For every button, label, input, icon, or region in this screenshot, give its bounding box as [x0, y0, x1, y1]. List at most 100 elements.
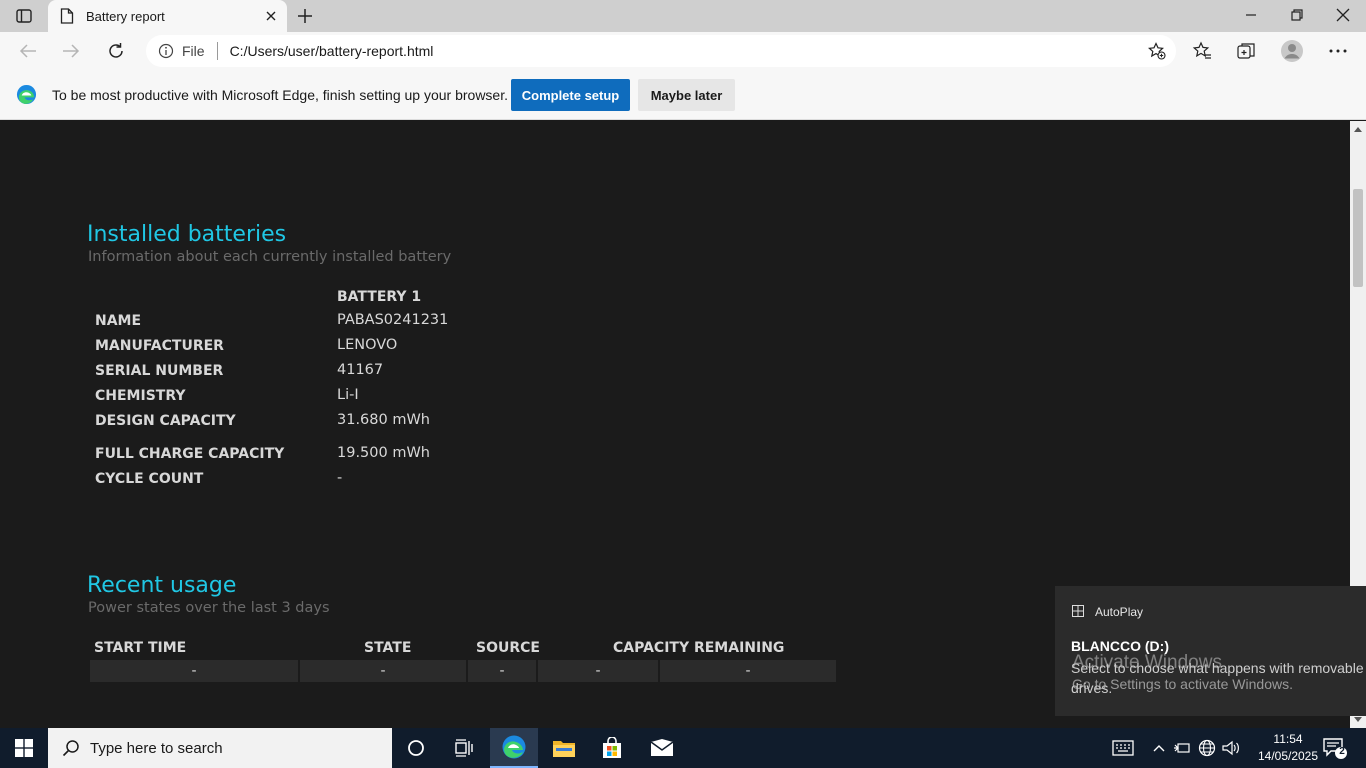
tray-battery[interactable]: [1172, 728, 1192, 768]
restore-button[interactable]: [1274, 0, 1320, 30]
recent-usage-subheading: Power states over the last 3 days: [88, 600, 330, 616]
row-value-design-capacity: 31.680 mWh: [337, 412, 430, 428]
col-source: SOURCE: [476, 640, 540, 656]
info-icon[interactable]: [158, 43, 174, 59]
add-favorite-icon[interactable]: [1148, 42, 1166, 60]
table-cell: -: [468, 660, 536, 682]
mail-icon: [650, 739, 674, 756]
edge-icon: [502, 735, 526, 759]
avatar-icon: [1281, 40, 1303, 62]
address-scheme: File: [182, 43, 205, 59]
speaker-icon: [1222, 740, 1239, 756]
profile-button[interactable]: [1278, 37, 1306, 65]
row-label-name: NAME: [95, 313, 142, 329]
forward-arrow-icon: [63, 44, 80, 58]
scroll-thumb[interactable]: [1353, 189, 1363, 287]
setup-infobar: To be most productive with Microsoft Edg…: [0, 70, 1366, 120]
plus-icon: [298, 9, 312, 23]
scroll-up-arrow-icon: [1354, 127, 1362, 132]
tray-volume[interactable]: [1220, 728, 1242, 768]
row-value-manufacturer: LENOVO: [337, 337, 398, 353]
table-cell: -: [660, 660, 836, 682]
taskbar-store[interactable]: [588, 728, 636, 768]
globe-icon: [1198, 739, 1216, 757]
tab-actions-button[interactable]: [8, 4, 40, 28]
row-label-full-charge: FULL CHARGE CAPACITY: [95, 446, 285, 462]
favorites-icon: [1192, 41, 1211, 59]
battery-column-header: BATTERY 1: [337, 289, 422, 305]
browser-tab[interactable]: Battery report: [48, 0, 287, 32]
taskbar-edge[interactable]: [490, 728, 538, 768]
collections-button[interactable]: [1234, 39, 1258, 63]
windows-logo-icon: [15, 739, 33, 757]
clock-date: 14/05/2025: [1257, 749, 1319, 763]
autoplay-notification[interactable]: AutoPlay BLANCCO (D:) Select to choose w…: [1055, 586, 1366, 716]
power-plug-icon: [1174, 743, 1190, 753]
taskbar-file-explorer[interactable]: [540, 728, 588, 768]
address-bar[interactable]: File C:/Users/user/battery-report.html: [146, 35, 1176, 67]
taskbar-mail[interactable]: [638, 728, 686, 768]
refresh-button[interactable]: [100, 36, 132, 66]
tray-overflow[interactable]: [1150, 728, 1168, 768]
chevron-up-icon: [1153, 745, 1165, 752]
installed-batteries-subheading: Information about each currently install…: [88, 249, 452, 265]
close-window-button[interactable]: [1320, 0, 1366, 30]
address-separator: [216, 42, 218, 60]
action-center-button[interactable]: 2: [1322, 736, 1348, 760]
cortana-icon: [408, 740, 424, 756]
row-value-full-charge: 19.500 mWh: [337, 445, 430, 461]
infobar-message: To be most productive with Microsoft Edg…: [52, 87, 508, 103]
clock-time: 11:54: [1273, 732, 1303, 746]
more-icon: [1329, 49, 1347, 53]
search-placeholder: Type here to search: [90, 739, 223, 757]
row-label-chemistry: CHEMISTRY: [95, 388, 186, 404]
tab-actions-icon: [16, 9, 32, 23]
installed-batteries-heading: Installed batteries: [87, 222, 287, 247]
close-tab-icon[interactable]: [263, 8, 279, 24]
favorites-button[interactable]: [1190, 39, 1214, 63]
row-label-design-capacity: DESIGN CAPACITY: [95, 413, 236, 429]
close-icon: [1336, 8, 1350, 22]
file-icon: [60, 8, 74, 24]
task-view-button[interactable]: [440, 728, 488, 768]
taskbar-search[interactable]: Type here to search: [48, 728, 392, 768]
row-value-serial: 41167: [337, 362, 384, 378]
address-url[interactable]: C:/Users/user/battery-report.html: [230, 43, 434, 59]
back-arrow-icon: [19, 44, 36, 58]
search-icon: [62, 740, 79, 757]
forward-button[interactable]: [55, 36, 87, 66]
row-value-chemistry: Li-I: [337, 387, 359, 403]
folder-icon: [553, 741, 575, 757]
address-toolbar: File C:/Users/user/battery-report.html: [0, 32, 1366, 70]
scroll-up-button[interactable]: [1350, 121, 1366, 137]
tray-network[interactable]: [1196, 728, 1218, 768]
taskbar: Type here to search 11:54 14/05/2025 2: [0, 728, 1366, 768]
minimize-button[interactable]: [1228, 0, 1274, 30]
new-tab-button[interactable]: [292, 4, 318, 28]
task-view-icon: [455, 739, 473, 757]
keyboard-icon: [1112, 740, 1134, 756]
complete-setup-button[interactable]: Complete setup: [511, 79, 630, 111]
back-button[interactable]: [12, 36, 44, 66]
notification-app-name: AutoPlay: [1095, 605, 1144, 619]
activate-windows-watermark: Activate Windows: [1072, 652, 1222, 673]
row-value-cycle-count: -: [337, 470, 343, 486]
table-cell: -: [90, 660, 298, 682]
settings-more-button[interactable]: [1326, 39, 1350, 63]
row-label-cycle-count: CYCLE COUNT: [95, 471, 204, 487]
restore-icon: [1291, 9, 1303, 21]
start-button[interactable]: [0, 728, 48, 768]
notification-count-badge: 2: [1339, 746, 1345, 757]
maybe-later-button[interactable]: Maybe later: [638, 79, 735, 111]
col-start-time: START TIME: [94, 640, 187, 656]
minimize-icon: [1246, 14, 1256, 16]
tray-keyboard[interactable]: [1110, 728, 1136, 768]
taskbar-clock[interactable]: 11:54 14/05/2025: [1252, 731, 1324, 765]
title-bar: Battery report: [0, 0, 1366, 32]
col-capacity-remaining: CAPACITY REMAINING: [613, 640, 785, 656]
edge-logo-icon: [16, 84, 37, 105]
cortana-button[interactable]: [392, 728, 440, 768]
scroll-down-arrow-icon: [1354, 717, 1362, 722]
autoplay-icon: [1072, 605, 1084, 617]
activate-windows-subtext: Go to Settings to activate Windows.: [1072, 676, 1293, 692]
